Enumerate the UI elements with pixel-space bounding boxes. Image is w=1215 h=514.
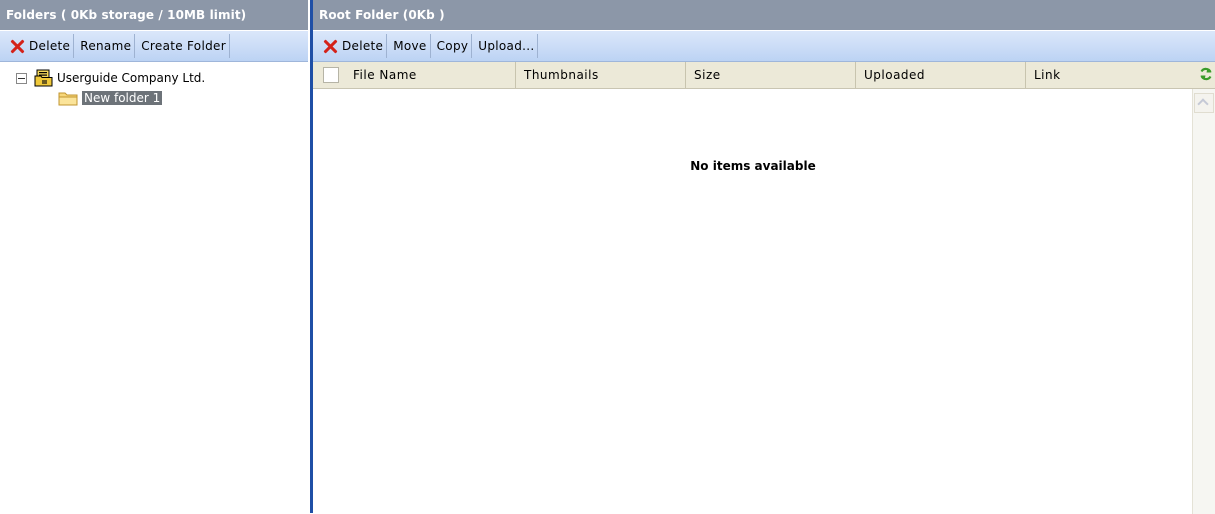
column-uploaded[interactable]: Uploaded — [856, 62, 1026, 88]
tree-item-new-folder-1[interactable]: New folder 1 — [0, 88, 308, 108]
tree-item-new-folder-1-label: New folder 1 — [82, 91, 163, 105]
collapse-icon[interactable] — [16, 72, 27, 84]
files-panel-header: Root Folder (0Kb ) — [313, 0, 1215, 30]
tree-item-root[interactable]: Userguide Company Ltd. — [0, 68, 308, 88]
column-size[interactable]: Size — [686, 62, 856, 88]
delete-file-button[interactable]: Delete — [319, 34, 388, 58]
files-toolbar: Delete Move Copy Upload... — [313, 30, 1215, 62]
files-panel: Root Folder (0Kb ) Delete Move Copy Uplo… — [313, 0, 1215, 514]
column-link[interactable]: Link — [1026, 62, 1196, 88]
rename-folder-button[interactable]: Rename — [77, 34, 136, 58]
folders-panel-header: Folders ( 0Kb storage / 10MB limit) — [0, 0, 308, 30]
column-file-name[interactable]: File Name — [345, 62, 516, 88]
folders-toolbar: Delete Rename Create Folder — [0, 30, 308, 62]
copy-button[interactable]: Copy — [434, 34, 473, 58]
vertical-scrollbar[interactable] — [1192, 89, 1215, 514]
x-icon — [9, 38, 25, 54]
create-folder-button[interactable]: Create Folder — [138, 34, 230, 58]
file-grid-body: No items available — [313, 89, 1215, 514]
delete-folder-label: Delete — [29, 39, 71, 53]
column-thumbnails[interactable]: Thumbnails — [516, 62, 686, 88]
folder-tree: Userguide Company Ltd. New folder 1 — [0, 62, 308, 108]
folders-panel: Folders ( 0Kb storage / 10MB limit) Dele… — [0, 0, 308, 513]
select-all-checkbox[interactable] — [323, 67, 339, 83]
x-icon — [322, 38, 338, 54]
refresh-icon[interactable] — [1199, 67, 1213, 81]
delete-folder-button[interactable]: Delete — [6, 34, 75, 58]
file-grid-header: File Name Thumbnails Size Uploaded Link — [313, 62, 1215, 89]
tree-item-root-label: Userguide Company Ltd. — [57, 71, 206, 85]
folder-icon — [58, 92, 78, 106]
upload-button[interactable]: Upload... — [475, 34, 539, 58]
empty-message: No items available — [690, 159, 816, 173]
scroll-up-icon[interactable] — [1194, 93, 1214, 113]
move-button[interactable]: Move — [390, 34, 431, 58]
delete-file-label: Delete — [342, 39, 384, 53]
company-folder-icon — [34, 69, 53, 87]
